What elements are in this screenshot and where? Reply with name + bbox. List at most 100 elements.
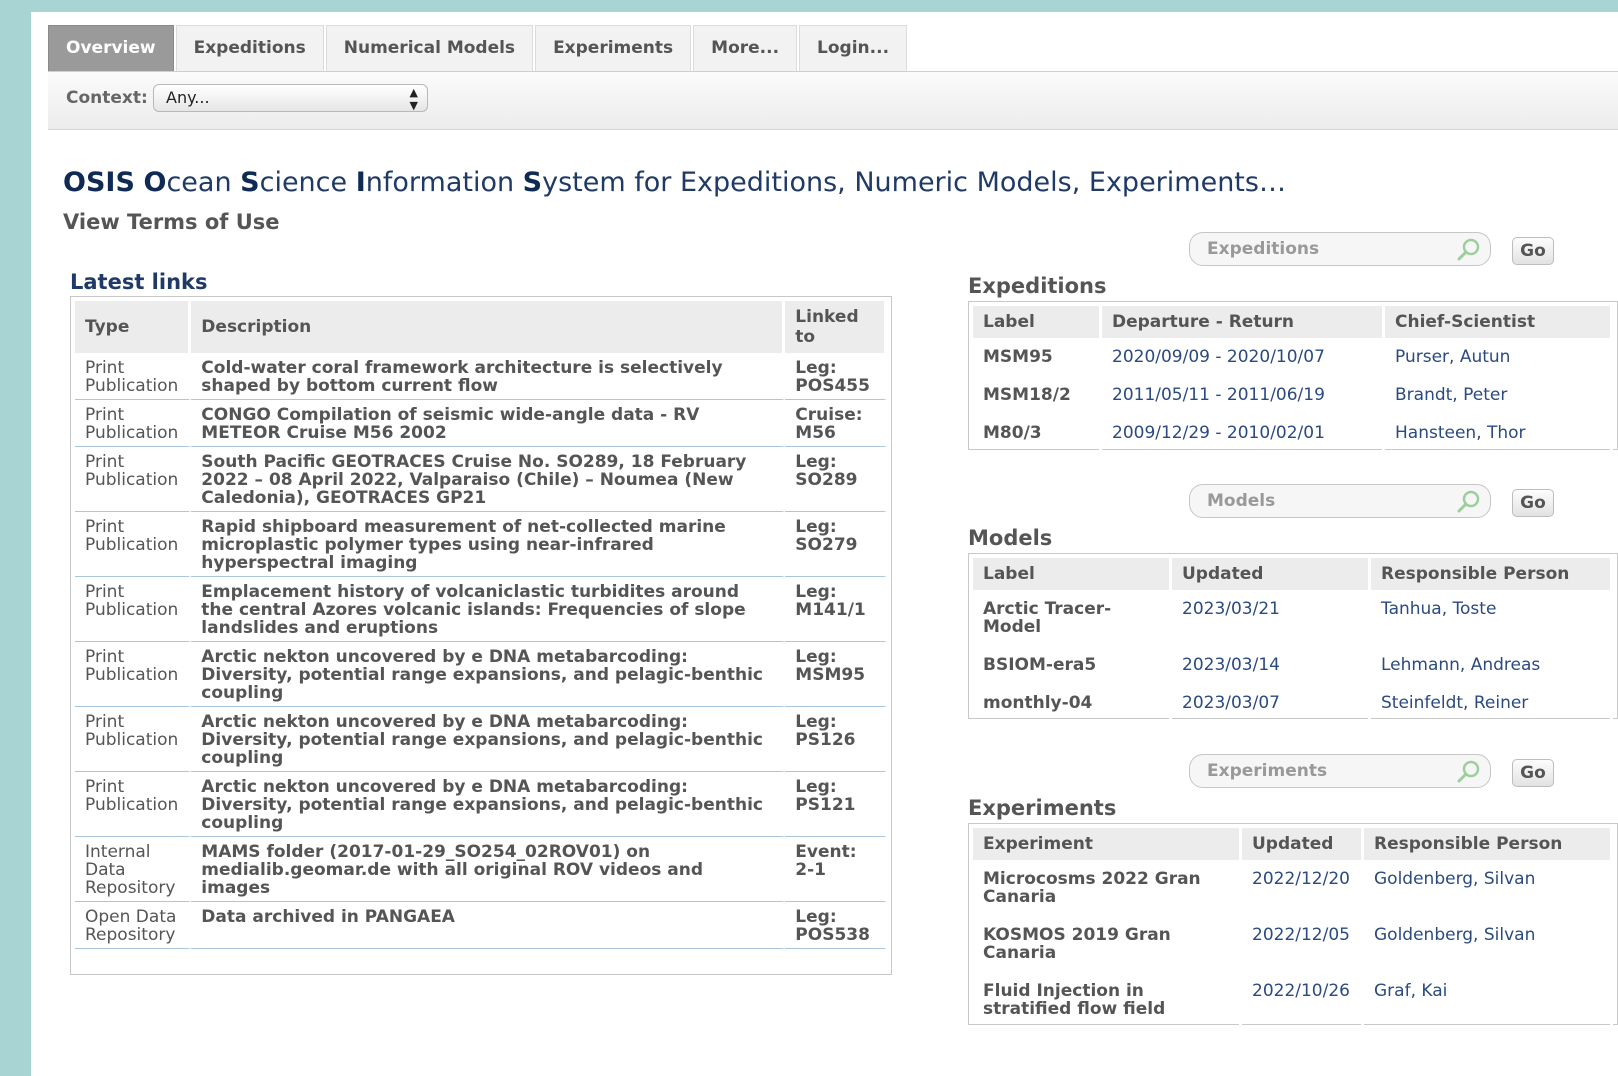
- table-row[interactable]: Open Data Repository Data archived in PAN…: [75, 902, 887, 949]
- col-header-updated: Updated: [1242, 828, 1364, 860]
- model-label[interactable]: BSIOM-era5: [973, 646, 1172, 684]
- experiment-label[interactable]: Microcosms 2022 Gran Canaria: [973, 860, 1242, 916]
- tab-more[interactable]: More...: [693, 25, 798, 71]
- responsible-person[interactable]: Tanhua, Toste: [1371, 590, 1613, 646]
- model-updated[interactable]: 2023/03/14: [1172, 646, 1371, 684]
- link-description[interactable]: Rapid shipboard measurement of net-colle…: [191, 512, 786, 577]
- expedition-dates[interactable]: 2009/12/29 - 2010/02/01: [1102, 414, 1385, 452]
- link-target[interactable]: Leg: POS538: [785, 902, 887, 949]
- chief-scientist[interactable]: Hansteen, Thor: [1385, 414, 1613, 452]
- responsible-person[interactable]: Steinfeldt, Reiner: [1371, 684, 1613, 722]
- link-description[interactable]: South Pacific GEOTRACES Cruise No. SO289…: [191, 447, 786, 512]
- chief-scientist[interactable]: Purser, Autun: [1385, 338, 1613, 376]
- link-description[interactable]: Data archived in PANGAEA: [191, 902, 786, 949]
- link-target[interactable]: Leg: SO289: [785, 447, 887, 512]
- table-row[interactable]: Print Publication Emplacement history of …: [75, 577, 887, 642]
- experiment-label[interactable]: KOSMOS 2019 Gran Canaria: [973, 916, 1242, 972]
- link-description[interactable]: Cold-water coral framework architecture …: [191, 353, 786, 400]
- title-bold-part: S: [522, 167, 543, 198]
- tab-overview[interactable]: Overview: [48, 25, 174, 71]
- col-header-label: Label: [973, 306, 1102, 338]
- link-type: Internal Data Repository: [75, 837, 192, 902]
- responsible-person[interactable]: Goldenberg, Silvan: [1364, 916, 1613, 972]
- table-row[interactable]: KOSMOS 2019 Gran Canaria 2022/12/05 Golden…: [973, 916, 1613, 972]
- col-header-experiment: Experiment: [973, 828, 1242, 860]
- link-target[interactable]: Cruise: M56: [785, 400, 887, 447]
- expedition-label[interactable]: M80/3: [973, 414, 1102, 452]
- expeditions-go-button[interactable]: Go: [1512, 237, 1554, 265]
- experiments-search-input[interactable]: Experiments: [1189, 754, 1491, 788]
- model-label[interactable]: Arctic Tracer-Model: [973, 590, 1172, 646]
- title-text-part: cience: [259, 167, 356, 198]
- table-row[interactable]: Arctic Tracer-Model 2023/03/21 Tanhua, Tos…: [973, 590, 1613, 646]
- table-row[interactable]: Print Publication Arctic nekton uncovered…: [75, 772, 887, 837]
- tab-expeditions[interactable]: Expeditions: [175, 25, 324, 71]
- experiment-updated[interactable]: 2022/10/26: [1242, 972, 1364, 1028]
- link-target[interactable]: Leg: SO279: [785, 512, 887, 577]
- model-label[interactable]: monthly-04: [973, 684, 1172, 722]
- link-type: Print Publication: [75, 772, 192, 837]
- page: Overview Expeditions Numerical Models Ex…: [31, 12, 1618, 1076]
- title-bold-part: O: [143, 167, 167, 198]
- terms-of-use-link[interactable]: View Terms of Use: [63, 210, 280, 234]
- table-row[interactable]: MSM95 2020/09/09 - 2020/10/07 Purser, Autu…: [973, 338, 1613, 376]
- table-row[interactable]: Print Publication South Pacific GEOTRACES…: [75, 447, 887, 512]
- experiment-updated[interactable]: 2022/12/05: [1242, 916, 1364, 972]
- responsible-person[interactable]: Lehmann, Andreas: [1371, 646, 1613, 684]
- link-type: Print Publication: [75, 642, 192, 707]
- table-row[interactable]: Fluid Injection in stratified flow field…: [973, 972, 1613, 1028]
- tab-login[interactable]: Login...: [799, 25, 908, 71]
- context-select-value: Any...: [166, 88, 210, 107]
- col-header-updated: Updated: [1172, 558, 1371, 590]
- tab-numerical-models[interactable]: Numerical Models: [325, 25, 534, 71]
- link-target[interactable]: Leg: PS121: [785, 772, 887, 837]
- model-updated[interactable]: 2023/03/07: [1172, 684, 1371, 722]
- experiments-table-box: Experiment Updated Responsible Person Mi…: [968, 823, 1618, 1028]
- table-row[interactable]: Internal Data Repository MAMS folder (201…: [75, 837, 887, 902]
- link-target[interactable]: Leg: M141/1: [785, 577, 887, 642]
- expeditions-search-input[interactable]: Expeditions: [1189, 232, 1491, 266]
- link-description[interactable]: Arctic nekton uncovered by e DNA metabar…: [191, 642, 786, 707]
- expedition-dates[interactable]: 2020/09/09 - 2020/10/07: [1102, 338, 1385, 376]
- expedition-label[interactable]: MSM18/2: [973, 376, 1102, 414]
- table-row[interactable]: Print Publication Arctic nekton uncovered…: [75, 642, 887, 707]
- link-description[interactable]: CONGO Compilation of seismic wide-angle …: [191, 400, 786, 447]
- table-row[interactable]: Print Publication CONGO Compilation of se…: [75, 400, 887, 447]
- model-updated[interactable]: 2023/03/21: [1172, 590, 1371, 646]
- responsible-person[interactable]: Goldenberg, Silvan: [1364, 860, 1613, 916]
- responsible-person[interactable]: Graf, Kai: [1364, 972, 1613, 1028]
- expeditions-search-placeholder: Expeditions: [1207, 239, 1320, 259]
- link-target[interactable]: Event: 2-1: [785, 837, 887, 902]
- experiment-label[interactable]: Fluid Injection in stratified flow field: [973, 972, 1242, 1028]
- expedition-dates[interactable]: 2011/05/11 - 2011/06/19: [1102, 376, 1385, 414]
- table-row[interactable]: Print Publication Rapid shipboard measure…: [75, 512, 887, 577]
- select-arrows-icon: ▲ ▼: [409, 86, 418, 112]
- link-target[interactable]: Leg: POS455: [785, 353, 887, 400]
- link-description[interactable]: MAMS folder (2017-01-29_SO254_02ROV01) o…: [191, 837, 786, 902]
- table-row[interactable]: Microcosms 2022 Gran Canaria 2022/12/20 Go…: [973, 860, 1613, 916]
- table-row[interactable]: M80/3 2009/12/29 - 2010/02/01 Hansteen, Th…: [973, 414, 1613, 452]
- table-row[interactable]: Print Publication Cold-water coral framew…: [75, 353, 887, 400]
- context-label: Context:: [66, 88, 148, 108]
- models-go-button[interactable]: Go: [1512, 489, 1554, 517]
- link-type: Print Publication: [75, 353, 192, 400]
- table-row[interactable]: BSIOM-era5 2023/03/14 Lehmann, Andreas: [973, 646, 1613, 684]
- link-description[interactable]: Arctic nekton uncovered by e DNA metabar…: [191, 707, 786, 772]
- chief-scientist[interactable]: Brandt, Peter: [1385, 376, 1613, 414]
- col-header-responsible-person: Responsible Person: [1371, 558, 1613, 590]
- main-tabs: Overview Expeditions Numerical Models Ex…: [48, 25, 909, 71]
- table-row[interactable]: MSM18/2 2011/05/11 - 2011/06/19 Brandt, Pe…: [973, 376, 1613, 414]
- experiments-table: Experiment Updated Responsible Person Mi…: [973, 828, 1613, 1028]
- table-row[interactable]: monthly-04 2023/03/07 Steinfeldt, Reiner: [973, 684, 1613, 722]
- experiments-go-button[interactable]: Go: [1512, 759, 1554, 787]
- context-select[interactable]: Any... ▲ ▼: [153, 84, 428, 112]
- expedition-label[interactable]: MSM95: [973, 338, 1102, 376]
- link-description[interactable]: Emplacement history of volcaniclastic tu…: [191, 577, 786, 642]
- link-target[interactable]: Leg: PS126: [785, 707, 887, 772]
- link-target[interactable]: Leg: MSM95: [785, 642, 887, 707]
- link-description[interactable]: Arctic nekton uncovered by e DNA metabar…: [191, 772, 786, 837]
- models-search-input[interactable]: Models: [1189, 484, 1491, 518]
- table-row[interactable]: Print Publication Arctic nekton uncovered…: [75, 707, 887, 772]
- experiment-updated[interactable]: 2022/12/20: [1242, 860, 1364, 916]
- tab-experiments[interactable]: Experiments: [535, 25, 692, 71]
